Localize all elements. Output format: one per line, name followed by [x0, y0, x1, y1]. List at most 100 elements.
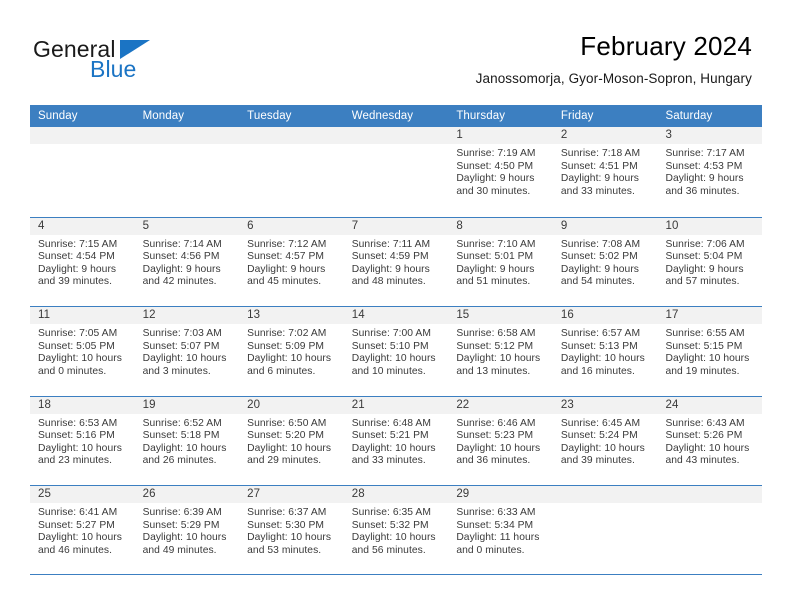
day-info-line: and 0 minutes. — [456, 544, 525, 556]
weekday-header-friday: Friday — [560, 110, 594, 122]
day-info-line: Sunset: 5:24 PM — [560, 430, 638, 442]
day-number-band — [657, 486, 763, 503]
day-cell[interactable]: 12 Sunrise: 7:03 AM Sunset: 5:07 PM Dayligh… — [134, 307, 240, 396]
day-number: 3 — [665, 129, 672, 141]
day-info-line: Sunrise: 7:00 AM — [351, 328, 431, 339]
day-cell[interactable]: 15 Sunrise: 6:58 AM Sunset: 5:12 PM Dayligh… — [448, 307, 553, 396]
day-number-band — [343, 217, 449, 235]
day-cell[interactable]: 4 Sunrise: 7:15 AM Sunset: 4:54 PM Daylight… — [30, 217, 135, 306]
day-number: 9 — [560, 219, 568, 232]
day-cell[interactable]: 2 Sunrise: 7:18 AM Sunset: 4:51 PM Daylight… — [552, 127, 658, 217]
day-cell[interactable]: 19 Sunrise: 6:52 AM Sunset: 5:18 PM Dayligh… — [134, 396, 240, 485]
day-cell[interactable]: 9 Sunrise: 7:08 AM Sunset: 5:02 PM Daylight… — [552, 217, 658, 306]
day-cell[interactable]: 8 Sunrise: 7:10 AM Sunset: 5:01 PM Daylight… — [448, 217, 553, 306]
day-number: 28 — [351, 488, 365, 500]
day-cell[interactable]: 3 Sunrise: 7:17 AM Sunset: 4:53 PM Daylight… — [657, 127, 763, 217]
day-info-line: Sunrise: 6:48 AM — [351, 417, 431, 429]
day-cell[interactable]: 23 Sunrise: 6:45 AM Sunset: 5:24 PM Dayligh… — [552, 396, 658, 485]
day-info-line: and 36 minutes. — [456, 455, 531, 467]
day-info-line: Daylight: 9 hours — [456, 173, 535, 185]
day-info-line: Sunrise: 6:33 AM — [456, 507, 536, 518]
day-sun-info: Sunrise: 6:41 AM Sunset: 5:27 PM Daylight:… — [30, 503, 135, 557]
day-info-line: and 10 minutes. — [351, 365, 426, 377]
day-number-band — [552, 127, 658, 144]
day-info-line: Sunset: 5:01 PM — [456, 251, 534, 263]
day-cell[interactable]: 24 Sunrise: 6:43 AM Sunset: 5:26 PM Dayligh… — [657, 396, 763, 485]
calendar-page: General Blue February 2024 Janossomorja,… — [0, 0, 792, 612]
day-info-line: Daylight: 10 hours — [351, 532, 436, 544]
day-number-band — [343, 127, 449, 144]
day-info-line: Daylight: 10 hours — [38, 532, 122, 544]
day-cell[interactable]: 20 Sunrise: 6:50 AM Sunset: 5:20 PM Dayligh… — [239, 396, 344, 485]
weekday-header-sunday: Sunday — [38, 110, 78, 122]
day-info-line: and 30 minutes. — [456, 185, 531, 197]
day-info-line: Sunset: 4:51 PM — [560, 160, 638, 172]
day-cell[interactable]: 28 Sunrise: 6:35 AM Sunset: 5:32 PM Dayligh… — [343, 486, 449, 574]
day-info-line: Daylight: 9 hours — [665, 173, 744, 185]
day-number: 26 — [142, 488, 156, 500]
day-cell[interactable]: 1 Sunrise: 7:19 AM Sunset: 4:50 PM Daylight… — [448, 127, 553, 217]
day-number: 14 — [351, 309, 365, 321]
day-info-line: Sunset: 4:50 PM — [456, 160, 534, 172]
day-sun-info: Sunrise: 7:10 AM Sunset: 5:01 PM Daylight:… — [448, 235, 553, 289]
day-number: 7 — [351, 219, 359, 232]
weekday-header-thursday: Thursday — [456, 110, 506, 122]
day-info-line: Sunset: 5:32 PM — [351, 519, 429, 531]
day-sun-info: Sunrise: 7:11 AM Sunset: 4:59 PM Daylight:… — [344, 235, 449, 289]
day-info-line: Sunrise: 6:45 AM — [560, 417, 641, 429]
day-info-line: Sunrise: 7:02 AM — [247, 328, 327, 339]
weekday-header-saturday: Saturday — [665, 110, 713, 122]
day-info-line: Daylight: 10 hours — [247, 532, 332, 544]
day-cell[interactable]: 16 Sunrise: 6:57 AM Sunset: 5:13 PM Dayligh… — [552, 307, 658, 396]
day-number: 20 — [247, 398, 261, 411]
day-sun-info: Sunrise: 6:43 AM Sunset: 5:26 PM Daylight:… — [657, 414, 762, 468]
day-cell[interactable]: 7 Sunrise: 7:11 AM Sunset: 4:59 PM Daylight… — [343, 217, 449, 306]
day-cell[interactable]: 25 Sunrise: 6:41 AM Sunset: 5:27 PM Dayligh… — [30, 486, 135, 574]
day-info-line: Daylight: 10 hours — [560, 442, 645, 454]
day-info-line: Sunrise: 7:19 AM — [456, 148, 536, 159]
day-info-line: Sunrise: 7:05 AM — [38, 328, 118, 339]
day-cell-empty — [657, 486, 763, 574]
day-cell[interactable]: 11 Sunrise: 7:05 AM Sunset: 5:05 PM Dayligh… — [30, 307, 135, 396]
day-info-line: Sunset: 5:09 PM — [247, 340, 325, 352]
day-cell-empty — [552, 486, 658, 574]
day-info-line: Sunset: 5:07 PM — [142, 340, 220, 352]
day-cell[interactable]: 14 Sunrise: 7:00 AM Sunset: 5:10 PM Dayligh… — [343, 307, 449, 396]
day-cell[interactable]: 13 Sunrise: 7:02 AM Sunset: 5:09 PM Dayligh… — [239, 307, 344, 396]
day-cell[interactable]: 10 Sunrise: 7:06 AM Sunset: 5:04 PM Dayligh… — [657, 217, 763, 306]
day-cell[interactable]: 27 Sunrise: 6:37 AM Sunset: 5:30 PM Dayligh… — [239, 486, 344, 574]
day-cell[interactable]: 17 Sunrise: 6:55 AM Sunset: 5:15 PM Dayligh… — [657, 307, 763, 396]
day-cell[interactable]: 26 Sunrise: 6:39 AM Sunset: 5:29 PM Dayligh… — [134, 486, 240, 574]
day-cell[interactable]: 29 Sunrise: 6:33 AM Sunset: 5:34 PM Dayligh… — [448, 486, 553, 574]
brand-logo[interactable]: General Blue — [33, 36, 233, 86]
day-sun-info: Sunrise: 7:06 AM Sunset: 5:04 PM Daylight:… — [657, 235, 762, 289]
day-info-line: and 16 minutes. — [560, 365, 635, 377]
day-number: 17 — [665, 309, 679, 321]
day-info-line: Sunset: 5:10 PM — [351, 340, 429, 352]
day-cell-empty — [343, 127, 449, 217]
day-number: 4 — [38, 219, 45, 232]
day-info-line: Sunrise: 7:08 AM — [560, 238, 641, 250]
day-cell[interactable]: 21 Sunrise: 6:48 AM Sunset: 5:21 PM Dayligh… — [343, 396, 449, 485]
day-number: 27 — [247, 488, 261, 500]
day-cell[interactable]: 18 Sunrise: 6:53 AM Sunset: 5:16 PM Dayligh… — [30, 396, 135, 485]
day-cell[interactable]: 5 Sunrise: 7:14 AM Sunset: 4:56 PM Daylight… — [134, 217, 240, 306]
day-info-line: Sunset: 5:21 PM — [351, 430, 429, 442]
day-info-line: Sunrise: 7:03 AM — [142, 328, 222, 339]
day-info-line: and 45 minutes. — [247, 276, 322, 288]
day-info-line: and 56 minutes. — [351, 544, 426, 556]
day-cell[interactable]: 6 Sunrise: 7:12 AM Sunset: 4:57 PM Daylight… — [239, 217, 344, 306]
day-info-line: and 46 minutes. — [38, 544, 113, 556]
day-sun-info: Sunrise: 7:02 AM Sunset: 5:09 PM Daylight:… — [239, 324, 344, 378]
weekday-header-wednesday: Wednesday — [351, 110, 414, 122]
day-info-line: Daylight: 10 hours — [142, 442, 227, 454]
day-cell[interactable]: 22 Sunrise: 6:46 AM Sunset: 5:23 PM Dayligh… — [448, 396, 553, 485]
day-info-line: Daylight: 11 hours — [456, 532, 540, 544]
day-info-line: Sunrise: 6:50 AM — [247, 417, 327, 429]
day-info-line: Sunrise: 6:41 AM — [38, 507, 118, 518]
day-number: 2 — [560, 129, 568, 141]
day-info-line: Daylight: 10 hours — [456, 353, 541, 365]
day-number-band — [552, 217, 658, 235]
day-info-line: Sunset: 5:15 PM — [665, 340, 743, 352]
day-info-line: and 29 minutes. — [247, 455, 322, 467]
